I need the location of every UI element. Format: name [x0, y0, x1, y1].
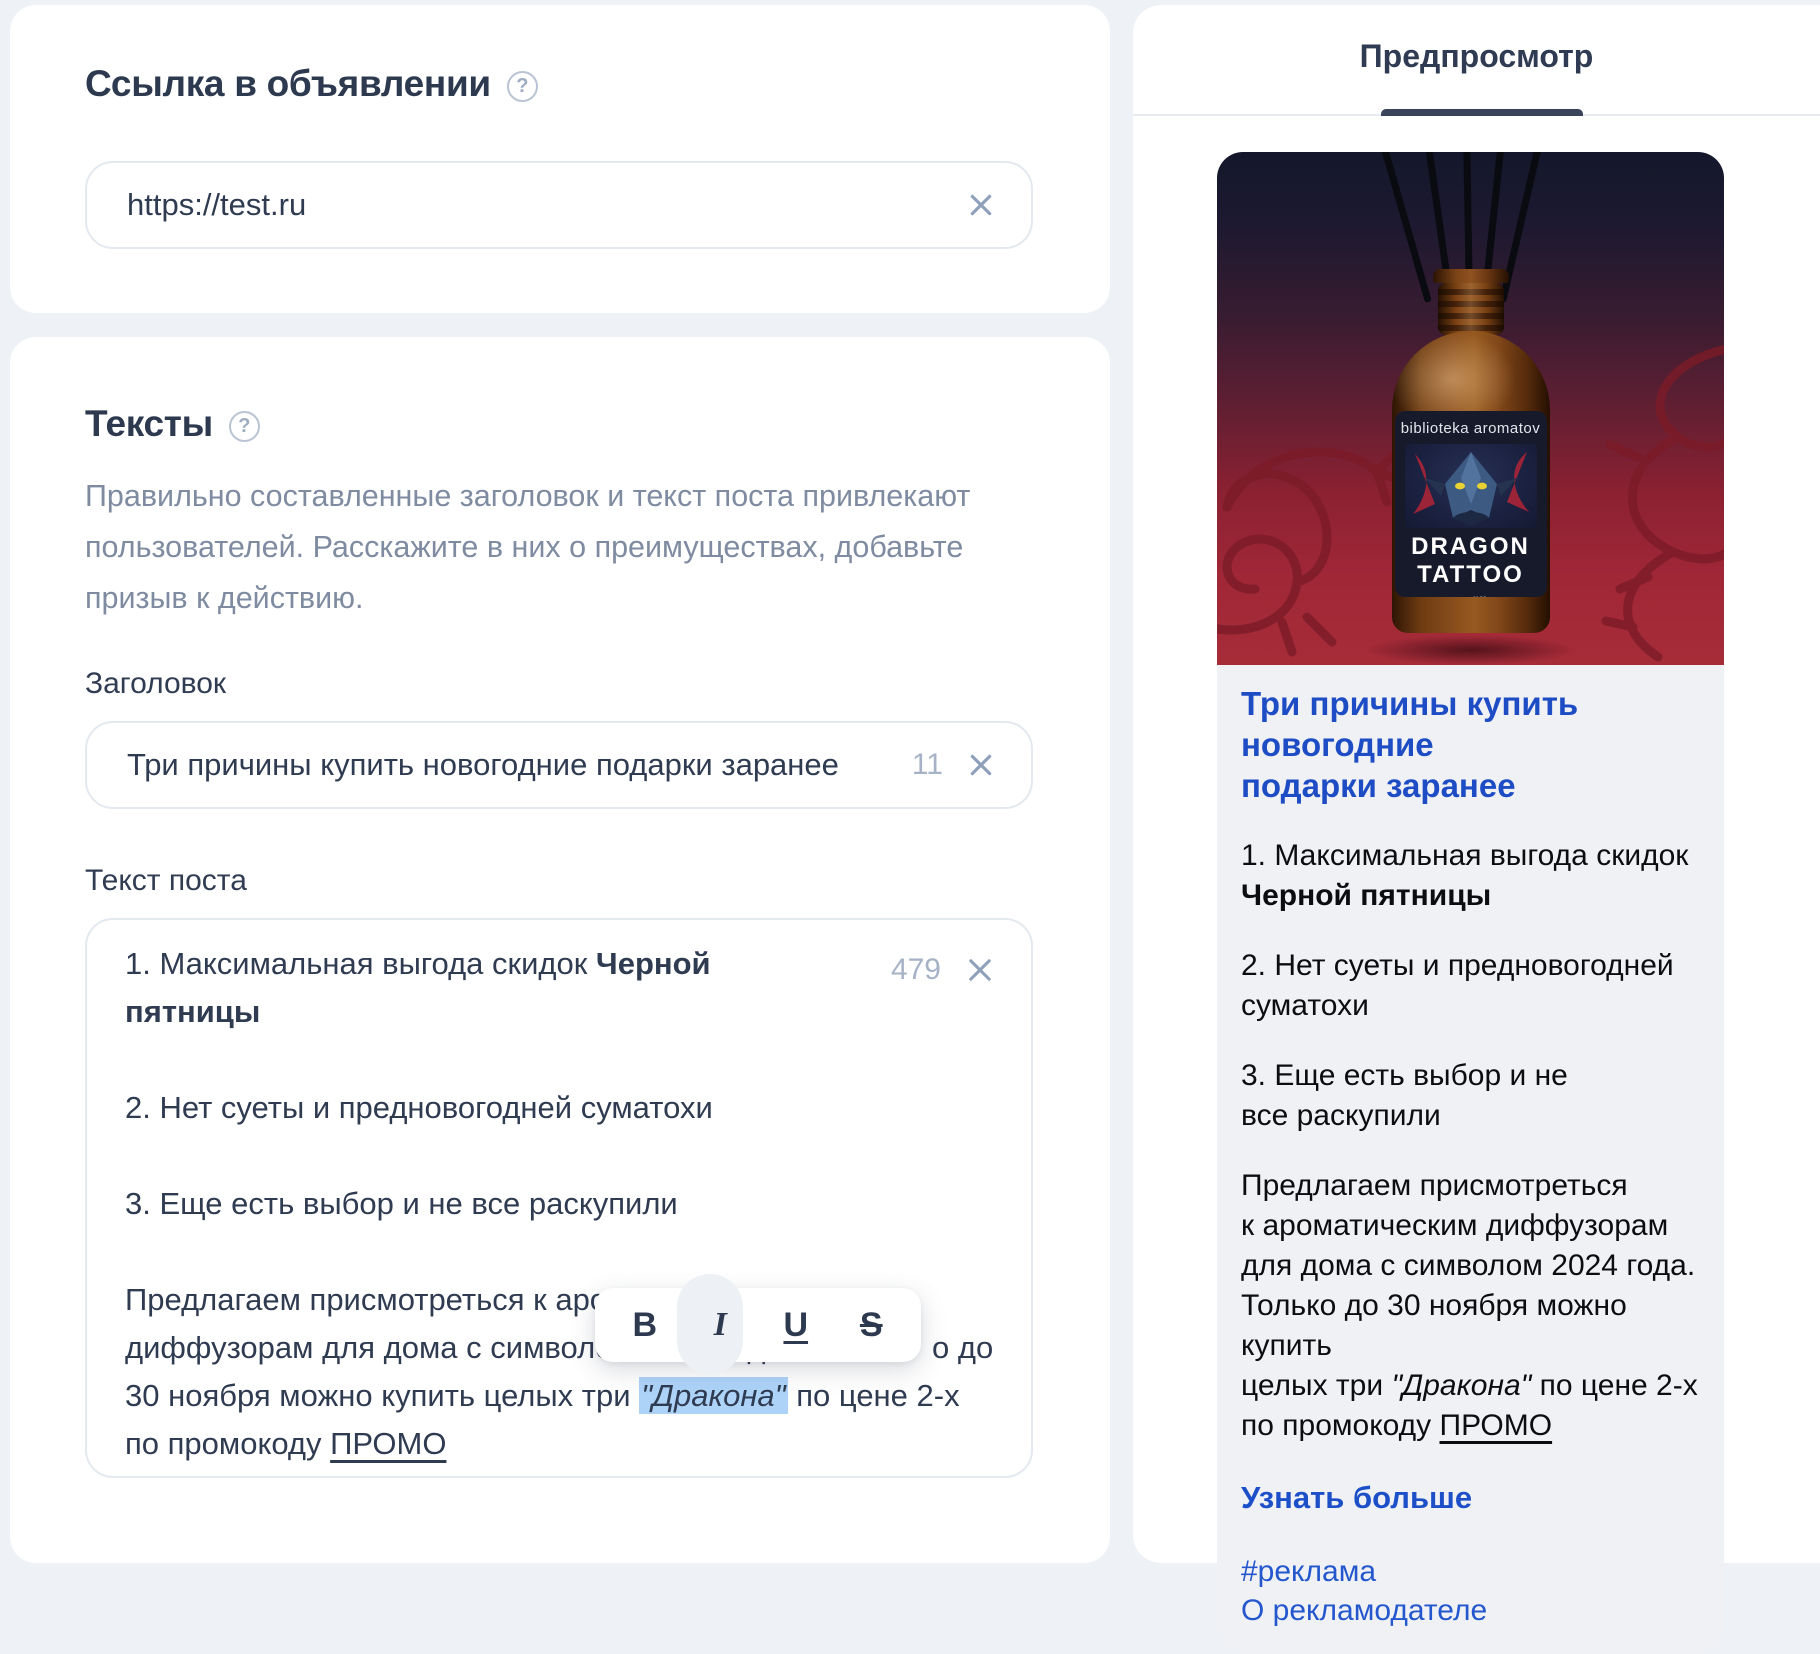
ad-preview-body: Три причины купить новогодние подарки за…	[1217, 665, 1724, 1654]
preview-paragraph: 1. Максимальная выгода скидок Черной пят…	[1241, 836, 1700, 916]
tab-active-underline	[1381, 109, 1583, 116]
dragon-face-icon	[1405, 444, 1537, 528]
texts-description-line: призыв к действию.	[85, 573, 970, 624]
post-text: по цене 2-х	[788, 1378, 960, 1413]
post-text-label: Текст поста	[85, 864, 247, 898]
bottle-body: biblioteka aromatov	[1392, 331, 1550, 633]
product-name: DRAGON TATTOO	[1395, 533, 1547, 589]
texts-description-line: пользователей. Расскажите в них о преиму…	[85, 522, 970, 573]
texts-description: Правильно составленные заголовок и текст…	[85, 471, 970, 624]
learn-more-link[interactable]: Узнать больше	[1241, 1478, 1700, 1518]
post-underlined-text: ПРОМО	[330, 1426, 446, 1461]
preview-text: целых три	[1241, 1369, 1391, 1402]
preview-text: по цене 2-х	[1531, 1369, 1697, 1402]
ad-url-value: https://test.ru	[127, 187, 965, 223]
preview-text-line: 3. Еще есть выбор и не	[1241, 1056, 1700, 1096]
post-line: 30 ноября можно купить целых три "Дракон…	[125, 1372, 993, 1420]
preview-text-line: Только до 30 ноября можно купить	[1241, 1286, 1700, 1366]
post-text-editor[interactable]: 479 1. Максимальная выгода скидок Черной…	[85, 918, 1033, 1478]
product-type-text: Room diffuser	[1395, 594, 1547, 597]
texts-description-line: Правильно составленные заголовок и текст…	[85, 471, 970, 522]
post-text: 30 ноября можно купить целых три	[125, 1378, 639, 1413]
tab-preview[interactable]: Предпросмотр	[1360, 38, 1594, 81]
post-text: 1. Максимальная выгода скидок	[125, 946, 596, 981]
close-icon	[965, 189, 997, 221]
texts-card-title: Тексты	[85, 403, 213, 445]
preview-paragraph: 3. Еще есть выбор и не все раскупили	[1241, 1056, 1700, 1136]
preview-text-line: все раскупили	[1241, 1096, 1700, 1136]
bottle-label: biblioteka aromatov	[1395, 411, 1547, 597]
underline-button[interactable]: U	[767, 1296, 825, 1354]
clear-headline-button[interactable]	[965, 749, 997, 781]
headline-input[interactable]: Три причины купить новогодние подарки за…	[85, 721, 1033, 809]
preview-text-line: целых три "Дракона" по цене 2-х	[1241, 1366, 1700, 1406]
headline-label: Заголовок	[85, 667, 226, 701]
preview-text: по промокоду	[1241, 1409, 1440, 1442]
texts-card: Тексты ? Правильно составленные заголово…	[10, 337, 1110, 1563]
post-text-bold: Черной	[596, 946, 711, 981]
diffuser-bottle: biblioteka aromatov	[1386, 269, 1556, 633]
italic-button[interactable]: I	[691, 1296, 749, 1354]
link-card-header: Ссылка в объявлении ?	[85, 63, 538, 105]
help-icon[interactable]: ?	[507, 71, 538, 102]
preview-title-link[interactable]: Три причины купить новогодние подарки за…	[1241, 683, 1700, 806]
post-line: 1. Максимальная выгода скидок Черной	[125, 940, 993, 988]
post-text: о до	[932, 1324, 993, 1372]
ad-url-input[interactable]: https://test.ru	[85, 161, 1033, 249]
preview-panel: Предпросмотр	[1133, 5, 1820, 1563]
preview-text-line: для дома с символом 2024 года.	[1241, 1246, 1700, 1286]
preview-text-line: Черной пятницы	[1241, 876, 1700, 916]
preview-italic-text: "Дракона"	[1391, 1369, 1531, 1402]
post-text: по промокоду	[125, 1426, 330, 1461]
preview-promo-code: ПРОМО	[1440, 1409, 1553, 1442]
preview-paragraph: Предлагаем присмотреться к ароматическим…	[1241, 1166, 1700, 1446]
post-empty-line	[125, 1228, 993, 1276]
ad-preview-card: biblioteka aromatov	[1217, 152, 1724, 1654]
post-line: пятницы	[125, 988, 993, 1036]
post-empty-line	[125, 1036, 993, 1084]
bottle-neck	[1438, 283, 1504, 335]
clear-url-button[interactable]	[965, 189, 997, 221]
dragon-artwork	[1405, 444, 1537, 528]
preview-text-line: 2. Нет суеты и предновогодней	[1241, 946, 1700, 986]
preview-text-line: 1. Максимальная выгода скидок	[1241, 836, 1700, 876]
preview-footer-links: #реклама О рекламодателе	[1241, 1552, 1700, 1630]
post-line: 2. Нет суеты и предновогодней суматохи	[125, 1084, 993, 1132]
preview-tabbar: Предпросмотр	[1133, 5, 1820, 116]
preview-text-line: Предлагаем присмотреться	[1241, 1166, 1700, 1206]
preview-title-line: Три причины купить новогодние	[1241, 683, 1700, 765]
text-format-toolbar: B I U S	[595, 1288, 921, 1362]
preview-text-line: к ароматическим диффузорам	[1241, 1206, 1700, 1246]
link-card: Ссылка в объявлении ? https://test.ru	[10, 5, 1110, 313]
link-card-title: Ссылка в объявлении	[85, 63, 491, 105]
post-selected-text: "Дракона"	[639, 1377, 788, 1414]
texts-card-header: Тексты ?	[85, 403, 260, 445]
bottle-shadow	[1331, 630, 1611, 665]
product-name-line: TATTOO	[1395, 561, 1547, 589]
post-line: по промокоду ПРОМО	[125, 1420, 993, 1468]
post-empty-line	[125, 1132, 993, 1180]
bold-button[interactable]: B	[616, 1296, 674, 1354]
about-advertiser-link[interactable]: О рекламодателе	[1241, 1591, 1700, 1630]
post-line: 3. Еще есть выбор и не все раскупили	[125, 1180, 993, 1228]
preview-title-line: подарки заранее	[1241, 765, 1700, 806]
close-icon	[965, 749, 997, 781]
help-icon[interactable]: ?	[229, 411, 260, 442]
preview-text-line: суматохи	[1241, 986, 1700, 1026]
bottle-brand-text: biblioteka aromatov	[1395, 420, 1547, 437]
strikethrough-button[interactable]: S	[842, 1296, 900, 1354]
bottle-lip	[1433, 269, 1509, 283]
preview-text-line: по промокоду ПРОМО	[1241, 1406, 1700, 1446]
product-name-line: DRAGON	[1395, 533, 1547, 561]
headline-value: Три причины купить новогодние подарки за…	[127, 747, 912, 783]
hashtag-ad-link[interactable]: #реклама	[1241, 1552, 1700, 1591]
ad-creative-image: biblioteka aromatov	[1217, 152, 1724, 665]
preview-paragraph: 2. Нет суеты и предновогодней суматохи	[1241, 946, 1700, 1026]
headline-char-counter: 11	[912, 748, 943, 782]
